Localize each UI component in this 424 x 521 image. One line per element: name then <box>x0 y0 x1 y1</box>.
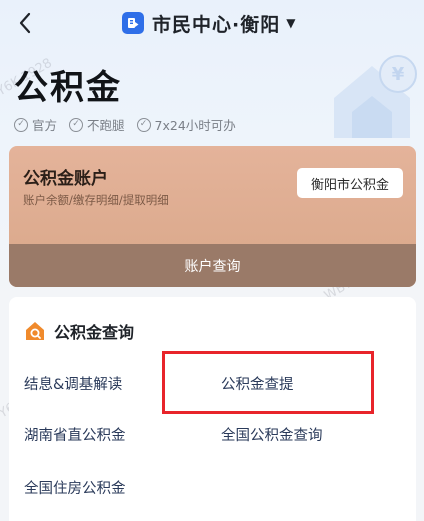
city-fund-button[interactable]: 衡阳市公积金 <box>296 168 403 198</box>
house-coin-illustration-icon: ¥ <box>334 55 417 138</box>
svg-text:¥: ¥ <box>392 64 405 85</box>
badge-row: ✓ 官方 ✓ 不跑腿 ✓ 7x24小时可办 <box>14 115 236 134</box>
account-subtitle: 账户余额/缴存明细/提取明细 <box>23 193 169 207</box>
query-item-interest[interactable]: 结息&调基解读 <box>24 373 122 394</box>
check-circle-icon: ✓ <box>136 117 151 132</box>
check-circle-icon: ✓ <box>14 117 28 132</box>
badge-official: ✓ 官方 <box>14 115 57 134</box>
city-selector[interactable]: 市民中心·衡阳 ▼ <box>122 8 295 38</box>
query-item-national-query[interactable]: 全国公积金查询 <box>221 424 323 445</box>
highlight-box <box>162 351 374 414</box>
account-query-button[interactable]: 账户查询 <box>9 244 416 287</box>
page-title: 市民中心·衡阳 <box>152 13 281 36</box>
account-title: 公积金账户 <box>23 169 108 189</box>
account-card: 公积金账户 账户余额/缴存明细/提取明细 衡阳市公积金 账户查询 <box>9 146 416 287</box>
badge-label: 官方 <box>32 118 58 133</box>
query-item-national-housing[interactable]: 全国住房公积金 <box>24 477 126 498</box>
badge-no-errand: ✓ 不跑腿 <box>69 115 125 134</box>
page: Y6K-1928 WB7Y6K Y6K-1928 WB7Y6K-1 市民中心·衡… <box>0 0 424 521</box>
house-search-icon <box>26 322 44 340</box>
top-bar: 市民中心·衡阳 ▼ <box>0 0 424 48</box>
check-circle-icon: ✓ <box>69 117 84 132</box>
query-section-header: 公积金查询 <box>24 319 134 343</box>
app-logo-icon <box>122 12 144 34</box>
caret-down-icon: ▼ <box>286 16 296 30</box>
badge-24h: ✓ 7x24小时可办 <box>136 115 236 134</box>
badge-label: 不跑腿 <box>87 118 125 133</box>
chevron-left-icon <box>19 12 31 34</box>
hero-title: 公积金 <box>14 68 122 108</box>
badge-label: 7x24小时可办 <box>154 118 236 133</box>
query-item-hunan-direct[interactable]: 湖南省直公积金 <box>24 424 126 445</box>
query-section-title: 公积金查询 <box>54 323 135 342</box>
back-button[interactable] <box>8 6 42 40</box>
